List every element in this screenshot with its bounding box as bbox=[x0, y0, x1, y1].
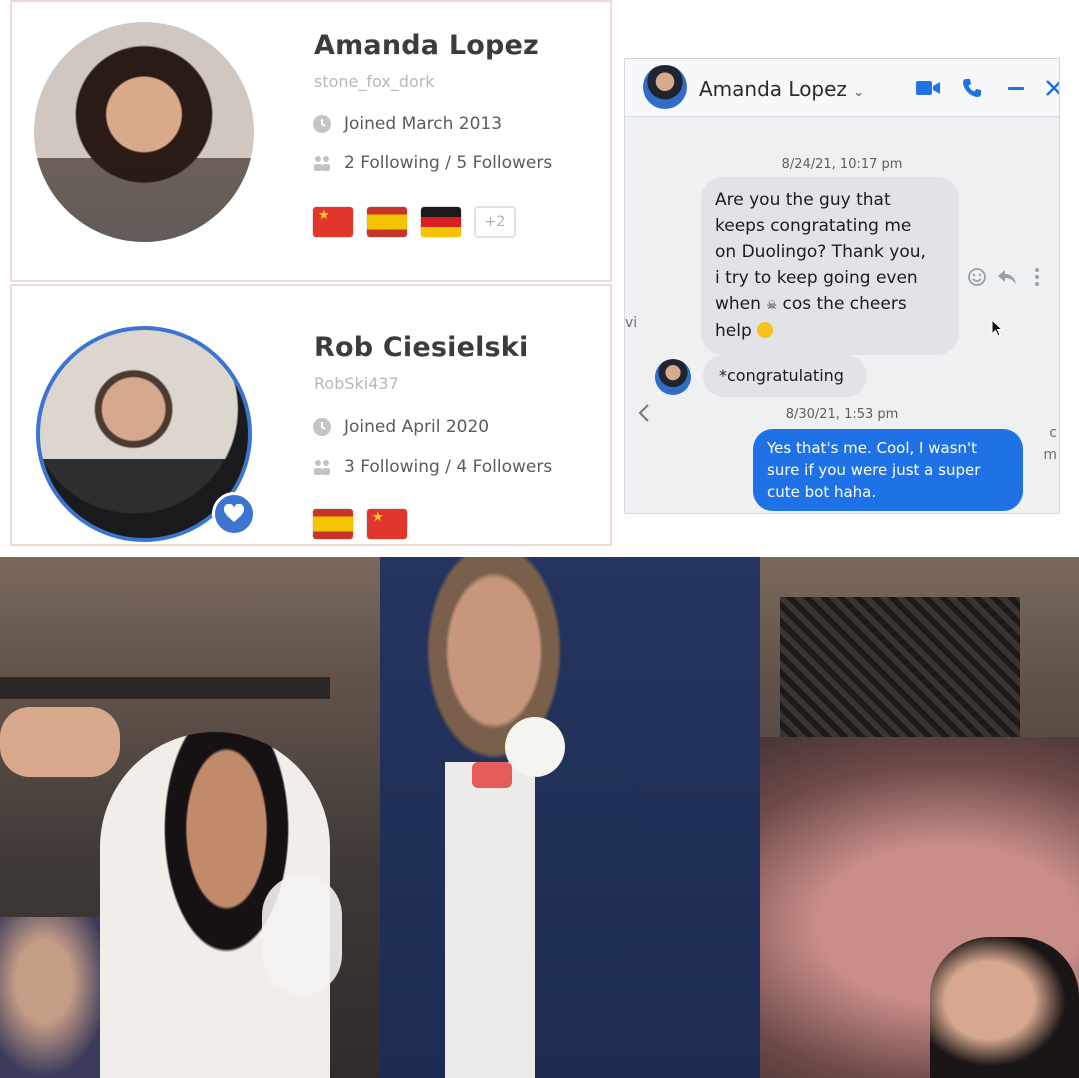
message-line: keeps congratating me bbox=[715, 216, 912, 236]
edge-text: m bbox=[1043, 447, 1057, 463]
message-line: i try to keep going even bbox=[715, 268, 918, 288]
clock-icon bbox=[312, 114, 332, 134]
profile-card-rob: Rob Ciesielski RobSki437 Joined April 20… bbox=[10, 284, 612, 546]
follow-counts[interactable]: 3 Following / 4 Followers bbox=[344, 457, 552, 477]
more-options-icon[interactable] bbox=[1029, 265, 1045, 289]
bow-tie bbox=[472, 762, 512, 788]
message-line: Yes that's me. Cool, I wasn't bbox=[767, 439, 978, 457]
china-flag[interactable] bbox=[312, 206, 354, 238]
wedding-photo bbox=[0, 557, 1079, 1078]
chevron-down-icon: ⌄ bbox=[853, 85, 865, 100]
message-bubble-received[interactable]: Are you the guy that keeps congratating … bbox=[701, 177, 959, 355]
people-icon bbox=[312, 457, 332, 477]
joined-row: Joined March 2013 bbox=[312, 114, 502, 134]
guest-left bbox=[0, 917, 110, 1078]
message-text: help bbox=[715, 321, 752, 341]
joined-date: Joined March 2013 bbox=[344, 114, 503, 134]
message-line: Are you the guy that bbox=[715, 190, 891, 210]
chat-header: Amanda Lopez ⌄ bbox=[625, 59, 1059, 117]
profile-card-amanda: Amanda Lopez stone_fox_dork Joined March… bbox=[10, 0, 612, 282]
spain-flag[interactable] bbox=[312, 508, 354, 540]
language-flags: +2 bbox=[312, 206, 516, 238]
phone-icon[interactable] bbox=[957, 73, 987, 103]
message-line: help bbox=[715, 318, 945, 344]
skull-emoji-icon: ☠ bbox=[766, 298, 778, 312]
avatar[interactable] bbox=[655, 359, 691, 395]
avatar-shading bbox=[34, 158, 254, 242]
germany-flag[interactable] bbox=[420, 206, 462, 238]
react-icon[interactable] bbox=[965, 265, 989, 289]
message-text: when bbox=[715, 294, 761, 314]
video-call-icon[interactable] bbox=[913, 73, 943, 103]
awning bbox=[0, 677, 330, 699]
people-icon bbox=[312, 153, 332, 173]
contact-name: Amanda Lopez bbox=[699, 77, 847, 101]
message-bubble-received[interactable]: *congratulating bbox=[703, 355, 867, 397]
edge-text: c bbox=[1049, 425, 1057, 441]
more-languages[interactable]: +2 bbox=[474, 206, 516, 238]
profile-name: Rob Ciesielski bbox=[314, 332, 529, 363]
heart-icon[interactable] bbox=[212, 492, 256, 536]
reply-icon[interactable] bbox=[995, 265, 1019, 289]
follow-row: 2 Following / 5 Followers bbox=[312, 153, 552, 173]
flower-girl bbox=[930, 937, 1079, 1078]
profile-handle: stone_fox_dork bbox=[314, 72, 435, 91]
message-text: cos the cheers bbox=[782, 294, 907, 314]
avatar[interactable] bbox=[34, 22, 254, 242]
edge-text: vi bbox=[625, 315, 638, 331]
lace-glove bbox=[262, 875, 342, 995]
hand bbox=[0, 707, 120, 777]
close-icon[interactable] bbox=[1039, 73, 1059, 103]
profile-handle: RobSki437 bbox=[314, 374, 399, 393]
clock-icon bbox=[312, 417, 332, 437]
avatar[interactable] bbox=[643, 65, 687, 109]
profile-name: Amanda Lopez bbox=[314, 30, 539, 61]
chat-window: Amanda Lopez ⌄ vi c m 8/24/21, 10:17 pm … bbox=[624, 58, 1060, 514]
joined-date: Joined April 2020 bbox=[344, 417, 490, 437]
spain-flag[interactable] bbox=[366, 206, 408, 238]
message-line: cute bot haha. bbox=[767, 483, 877, 501]
smile-emoji-icon bbox=[757, 322, 774, 338]
message-line: on Duolingo? Thank you, bbox=[715, 242, 926, 262]
boutonniere bbox=[505, 717, 565, 777]
china-flag[interactable] bbox=[366, 508, 408, 540]
chat-contact[interactable]: Amanda Lopez ⌄ bbox=[699, 77, 864, 101]
message-timestamp: 8/30/21, 1:53 pm bbox=[785, 407, 899, 422]
joined-row: Joined April 2020 bbox=[312, 417, 489, 437]
message-bubble-sent[interactable]: Yes that's me. Cool, I wasn't sure if yo… bbox=[753, 429, 1023, 511]
follow-counts[interactable]: 2 Following / 5 Followers bbox=[344, 153, 552, 173]
language-flags bbox=[312, 508, 408, 540]
minimize-icon[interactable] bbox=[1001, 73, 1031, 103]
message-line: when ☠ cos the cheers bbox=[715, 291, 945, 318]
groom-shirt bbox=[445, 762, 535, 1078]
follow-row: 3 Following / 4 Followers bbox=[312, 457, 552, 477]
collage: Amanda Lopez stone_fox_dork Joined March… bbox=[0, 0, 1079, 1078]
groom bbox=[380, 557, 760, 1078]
cursor-icon bbox=[989, 317, 1005, 339]
message-line: sure if you were just a super bbox=[767, 461, 981, 479]
message-timestamp: 8/24/21, 10:17 pm bbox=[781, 157, 903, 172]
